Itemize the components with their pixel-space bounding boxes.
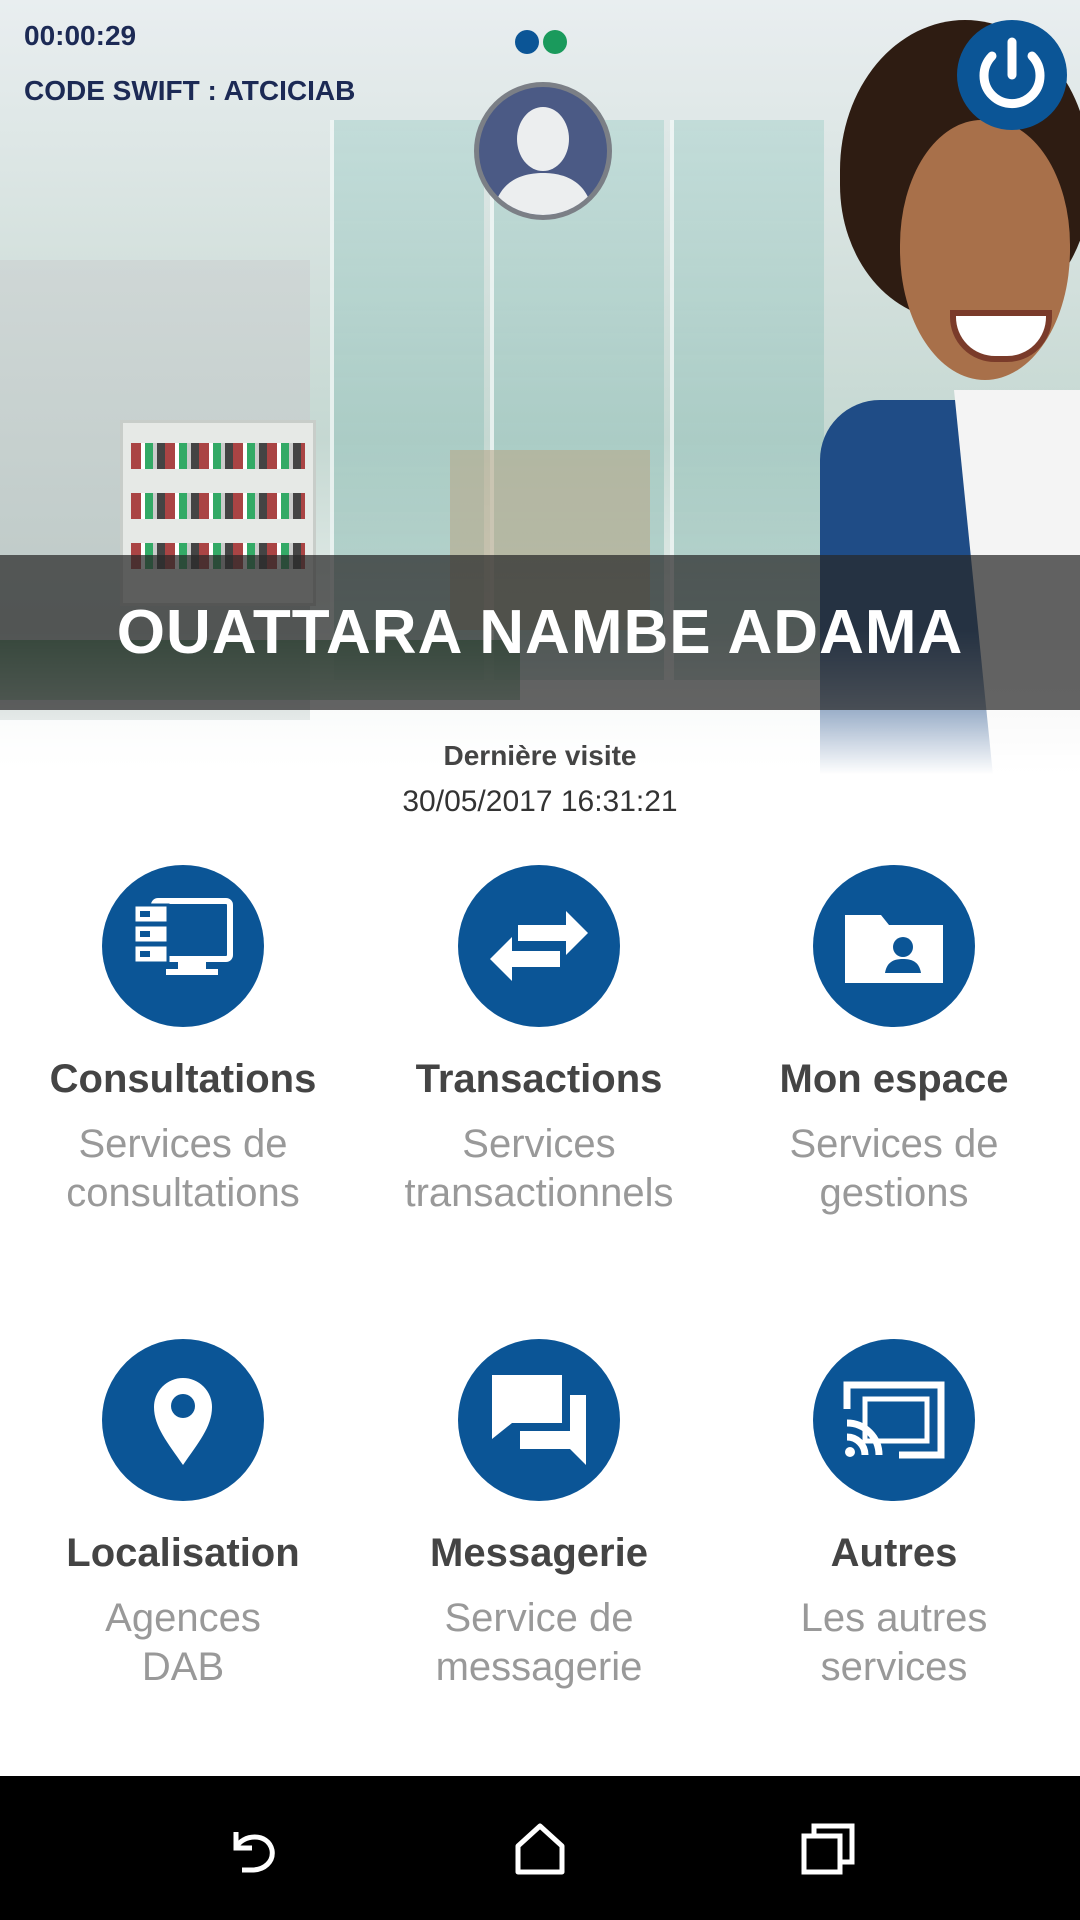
last-visit-date: 30/05/2017 16:31:21 (402, 785, 678, 818)
tile-consultations[interactable]: Consultations Services de consultations (13, 865, 353, 1218)
user-silhouette-icon (493, 107, 593, 215)
tile-title: Mon espace (779, 1057, 1009, 1101)
tile-title: Consultations (49, 1057, 317, 1101)
transactions-icon-circle (458, 865, 620, 1027)
last-visit-label: Dernière visite (443, 740, 637, 771)
tile-mon-espace[interactable]: Mon espace Services de gestions (724, 865, 1064, 1218)
avatar[interactable] (474, 82, 612, 220)
mon-espace-icon-circle (813, 865, 975, 1027)
dot-green-icon (543, 30, 567, 54)
home-icon (515, 1823, 565, 1875)
tile-subtitle: Services de consultations (66, 1122, 300, 1215)
tile-transactions[interactable]: Transactions Services transactionnels (369, 865, 709, 1218)
tile-title: Messagerie (430, 1531, 648, 1575)
consultations-icon-circle (102, 865, 264, 1027)
session-timer: 00:00:29 (24, 20, 137, 51)
user-name: OUATTARA NAMBE ADAMA (116, 598, 964, 667)
tile-title: Transactions (415, 1057, 663, 1101)
transfer-arrows-icon (490, 911, 588, 981)
server-monitor-icon (132, 898, 233, 975)
user-name-bar: OUATTARA NAMBE ADAMA (0, 555, 1080, 710)
power-icon (979, 37, 1045, 109)
location-pin-icon (154, 1378, 212, 1465)
dot-blue-icon (515, 30, 539, 54)
tile-localisation[interactable]: Localisation Agences DAB (13, 1339, 353, 1692)
back-icon (233, 1832, 275, 1873)
nav-recents-button[interactable] (798, 1818, 858, 1878)
chat-bubbles-icon (492, 1375, 586, 1465)
localisation-icon-circle (102, 1339, 264, 1501)
tile-subtitle: Service de messagerie (435, 1596, 643, 1689)
system-nav-bar (0, 1776, 1080, 1920)
folder-user-icon (845, 915, 943, 983)
nav-home-button[interactable] (510, 1818, 570, 1878)
swift-code: CODE SWIFT : ATCICIAB (24, 75, 356, 106)
tile-messagerie[interactable]: Messagerie Service de messagerie (369, 1339, 709, 1692)
cast-icon (843, 1381, 945, 1459)
tile-title: Localisation (66, 1531, 300, 1575)
autres-icon-circle (813, 1339, 975, 1501)
tile-subtitle: Services de gestions (789, 1122, 999, 1215)
messagerie-icon-circle (458, 1339, 620, 1501)
status-dots (515, 30, 567, 54)
tile-autres[interactable]: Autres Les autres services (724, 1339, 1064, 1692)
nav-back-button[interactable] (222, 1818, 282, 1878)
tile-subtitle: Agences DAB (105, 1596, 261, 1689)
tile-title: Autres (830, 1531, 958, 1575)
logout-button[interactable] (957, 20, 1067, 130)
tile-subtitle: Les autres services (800, 1596, 988, 1689)
recents-icon (801, 1823, 855, 1875)
tile-subtitle: Services transactionnels (404, 1122, 674, 1215)
